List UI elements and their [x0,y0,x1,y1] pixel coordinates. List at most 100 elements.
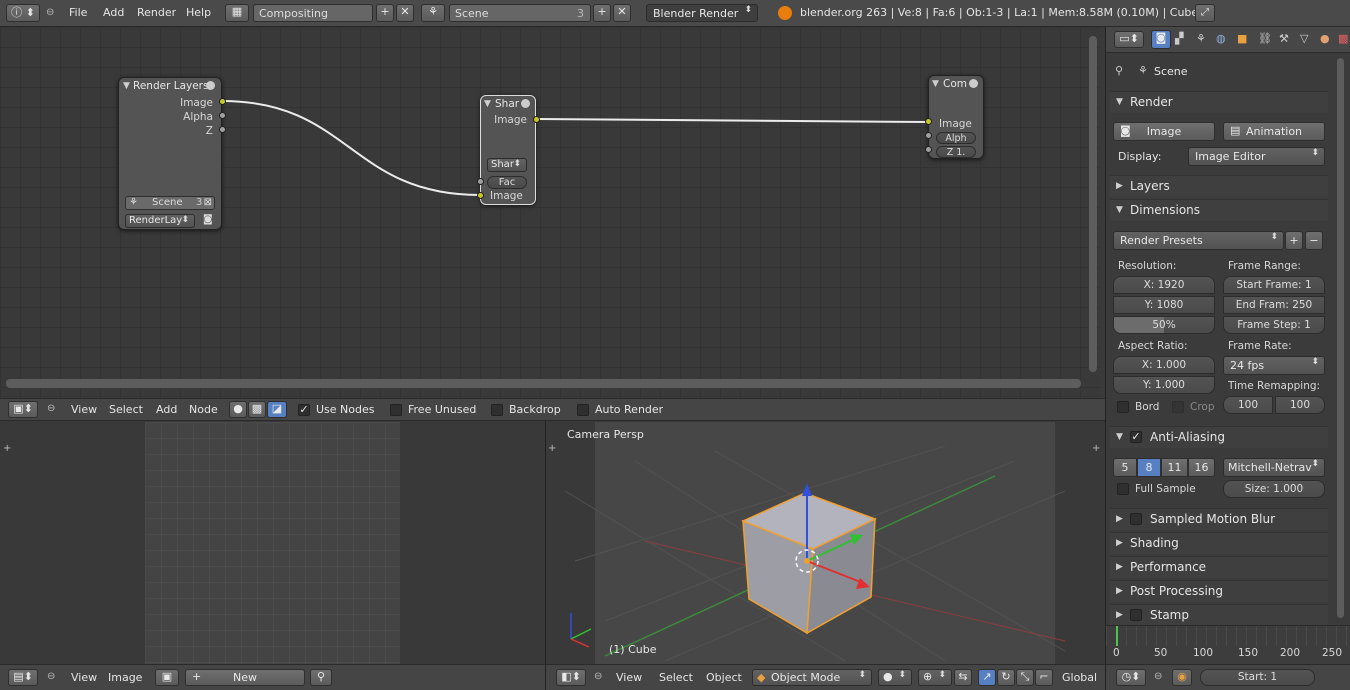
rotate-manipulator-button[interactable]: ↻ [997,669,1015,686]
translate-manipulator-button[interactable]: ↗ [978,669,996,686]
new-image-button[interactable]: + New [185,669,305,686]
anti-aliasing-checkbox[interactable] [1130,431,1142,443]
sampled-motion-blur-panel-header[interactable]: ▶ Sampled Motion Blur [1110,508,1328,530]
render-image-button[interactable]: ◙ Image [1113,122,1215,141]
image-editor-tools-toggle-icon[interactable]: + [3,443,11,454]
stamp-checkbox[interactable] [1130,609,1142,621]
node-preview-icon[interactable] [206,81,215,90]
menu-add[interactable]: Add [156,403,177,416]
sharpen-input-socket[interactable] [477,192,484,199]
render-presets-select[interactable]: Render Presets [1113,231,1284,250]
start-frame-field[interactable]: Start Frame: 1 [1223,276,1325,294]
collapse-triangle-icon[interactable]: ▼ [123,81,130,91]
compositing-nodes-button[interactable]: ▩ [248,401,266,418]
add-preset-button[interactable]: + [1285,231,1303,250]
pin-image-button[interactable]: ⚲ [310,669,332,686]
menu-view[interactable]: View [616,671,642,684]
tab-render-layers[interactable]: ▞ [1175,32,1183,45]
aspect-x-field[interactable]: X: 1.000 [1113,356,1215,374]
stamp-panel-header[interactable]: ▶ Stamp [1110,604,1328,625]
editor-type-button[interactable]: ▤⬍ [8,669,38,686]
pin-icon[interactable]: ⚲ [1115,64,1123,77]
composite-z-socket[interactable] [925,146,932,153]
node-editor-horizontal-scrollbar[interactable] [6,379,1081,388]
start-frame-timeline-field[interactable]: Start: 1 [1200,669,1315,686]
transform-orientation-select[interactable]: Global [1062,671,1097,684]
manipulator-toggle-button[interactable]: ⇆ [954,669,972,686]
resolution-percentage-slider[interactable]: 50% [1113,316,1215,334]
render-layers-node[interactable]: ▼ Render Layers Image Alpha Z ⚘ Scene 3 … [118,77,222,230]
interaction-mode-select[interactable]: ◆ Object Mode [752,669,872,686]
menu-collapse-icon[interactable]: ⊖ [47,403,55,414]
sharpen-node[interactable]: ▼ Shar Image Shar Fac Image [480,95,536,205]
menu-collapse-icon[interactable]: ⊖ [47,671,55,682]
tab-render[interactable]: ◙ [1151,30,1171,49]
aspect-y-field[interactable]: Y: 1.000 [1113,376,1215,394]
menu-collapse-icon[interactable]: ⊖ [594,671,602,682]
end-frame-field[interactable]: End Fram: 250 [1223,296,1325,314]
viewport-shading-select[interactable]: ● [878,669,912,686]
aa-samples-8-button[interactable]: 8 [1137,458,1161,477]
dimensions-panel-header[interactable]: ▼ Dimensions [1110,199,1328,221]
output-z-socket[interactable] [219,126,226,133]
menu-collapse-icon[interactable]: ⊖ [1154,671,1162,682]
menu-view[interactable]: View [71,403,97,416]
properties-scrollbar[interactable] [1337,58,1344,618]
motion-blur-checkbox[interactable] [1130,513,1142,525]
collapse-triangle-icon[interactable]: ▼ [484,99,491,109]
tab-object[interactable]: ■ [1237,32,1247,45]
menu-image[interactable]: Image [108,671,142,684]
texture-nodes-button[interactable]: ◪ [267,401,287,418]
anti-aliasing-panel-header[interactable]: ▼ Anti-Aliasing [1110,426,1328,448]
menu-view[interactable]: View [71,671,97,684]
tab-scene[interactable]: ⚘ [1196,32,1206,45]
output-image-socket[interactable] [219,98,226,105]
node-editor-vertical-scrollbar[interactable] [1089,36,1097,372]
current-frame-line[interactable] [1116,626,1118,646]
shader-nodes-button[interactable]: ● [229,401,247,418]
full-sample-checkbox[interactable] [1117,483,1129,495]
resolution-x-field[interactable]: X: 1920 [1113,276,1215,294]
tab-world[interactable]: ◍ [1216,32,1226,45]
composite-alpha-socket[interactable] [925,132,932,139]
use-nodes-checkbox[interactable] [298,404,310,416]
display-select[interactable]: Image Editor [1188,147,1325,166]
render-layer-select[interactable]: RenderLay [125,214,195,228]
aa-filter-size-field[interactable]: Size: 1.000 [1223,480,1325,498]
output-alpha-socket[interactable] [219,112,226,119]
editor-type-button[interactable]: ◷⬍ [1116,669,1146,686]
aa-samples-16-button[interactable]: 16 [1188,458,1215,477]
crop-checkbox[interactable] [1172,401,1184,413]
aa-samples-11-button[interactable]: 11 [1161,458,1188,477]
node-preview-icon[interactable] [521,99,530,108]
free-unused-checkbox[interactable] [390,404,402,416]
post-processing-panel-header[interactable]: ▶ Post Processing [1110,580,1328,602]
node-scene-field[interactable]: ⚘ Scene 3 ⊠ [125,196,215,210]
tab-material[interactable]: ● [1320,32,1330,45]
border-checkbox[interactable] [1117,401,1129,413]
frame-rate-select[interactable]: 24 fps [1223,356,1325,375]
aa-filter-select[interactable]: Mitchell-Netrav [1223,458,1325,477]
composite-image-socket[interactable] [925,118,932,125]
viewport-properties-toggle-icon[interactable]: + [1092,443,1100,454]
frame-step-field[interactable]: Frame Step: 1 [1223,316,1325,334]
viewport-tools-toggle-icon[interactable]: + [548,443,556,454]
tab-texture[interactable]: ▩ [1338,32,1348,45]
shading-panel-header[interactable]: ▶ Shading [1110,532,1328,554]
editor-type-button[interactable]: ◧⬍ [556,669,586,686]
time-remap-new-field[interactable]: 100 [1275,396,1325,414]
time-remap-old-field[interactable]: 100 [1223,396,1273,414]
fac-slider[interactable]: Fac [487,176,527,189]
fac-input-socket[interactable] [477,178,484,185]
collapse-triangle-icon[interactable]: ▼ [932,79,939,89]
sharpen-output-socket[interactable] [533,116,540,123]
layers-panel-header[interactable]: ▶ Layers [1110,175,1328,197]
close-icon[interactable]: ⊠ [204,197,212,208]
keying-set-button[interactable]: ◉ [1172,669,1192,686]
menu-object[interactable]: Object [706,671,742,684]
menu-select[interactable]: Select [109,403,143,416]
editor-type-button[interactable]: ▣⬍ [8,401,38,418]
scale-manipulator-button[interactable]: ⤡ [1016,669,1034,686]
composite-node[interactable]: ▼ Com Image Alph Z 1. [928,75,984,159]
editor-type-button[interactable]: ▭⬍ [1114,31,1144,48]
